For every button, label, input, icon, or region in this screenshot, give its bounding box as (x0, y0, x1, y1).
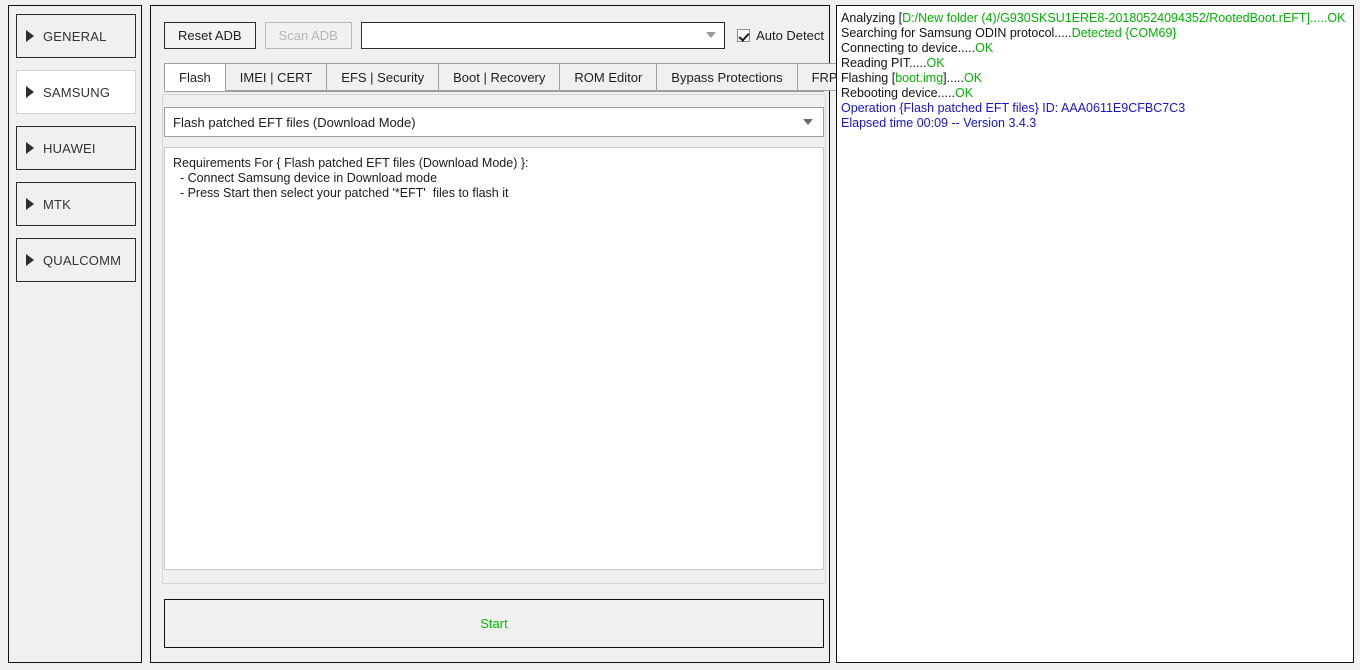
sidebar-item-label: GENERAL (43, 28, 107, 44)
log-line: Reading PIT.....OK (841, 56, 1349, 71)
sidebar-item-general[interactable]: GENERAL (16, 14, 136, 58)
tab-bar: Flash IMEI | CERT EFS | Security Boot | … (164, 63, 853, 92)
reset-adb-button[interactable]: Reset ADB (164, 21, 256, 49)
sidebar-item-qualcomm[interactable]: QUALCOMM (16, 238, 136, 282)
log-segment: Connecting to device..... (841, 41, 976, 55)
sidebar-item-label: MTK (43, 196, 72, 212)
requirements-line: - Connect Samsung device in Download mod… (173, 171, 438, 186)
operation-combobox[interactable]: Flash patched EFT files (Download Mode) (164, 107, 824, 137)
log-segment: Flashing [ (841, 71, 896, 85)
start-button[interactable]: Start (164, 599, 824, 648)
log-segment: D:/New folder (4)/G930SKSU1ERE8-20180524… (902, 11, 1346, 25)
tab-imei-cert[interactable]: IMEI | CERT (224, 63, 328, 91)
requirements-line: Requirements For { Flash patched EFT fil… (173, 156, 529, 170)
chevron-down-icon (803, 119, 813, 125)
sidebar-item-huawei[interactable]: HUAWEI (16, 126, 136, 170)
sidebar-item-label: HUAWEI (43, 140, 96, 156)
scan-adb-button[interactable]: Scan ADB (264, 21, 352, 49)
triangle-right-icon (26, 30, 34, 42)
log-line: Searching for Samsung ODIN protocol.....… (841, 26, 1349, 41)
log-segment: Searching for Samsung ODIN protocol..... (841, 26, 1072, 40)
log-segment: Detected {COM69} (1071, 26, 1177, 40)
log-segment: Rebooting device..... (841, 86, 955, 100)
triangle-right-icon (26, 254, 34, 266)
log-segment: Elapsed time 00:09 -- Version 3.4.3 (841, 116, 1037, 130)
log-segment: OK (964, 71, 983, 85)
log-segment: OK (926, 56, 945, 70)
log-segment: boot.img (895, 71, 944, 85)
log-segment: Analyzing [ (841, 11, 903, 25)
sidebar: GENERAL SAMSUNG HUAWEI MTK QUALCOMM (8, 5, 142, 663)
requirements-textarea[interactable]: Requirements For { Flash patched EFT fil… (164, 147, 824, 570)
log-line: Elapsed time 00:09 -- Version 3.4.3 (841, 116, 1349, 131)
requirements-line: - Press Start then select your patched '… (173, 186, 509, 201)
log-line: Analyzing [D:/New folder (4)/G930SKSU1ER… (841, 11, 1349, 26)
auto-detect-checkbox[interactable]: Auto Detect (737, 28, 824, 43)
log-line: Flashing [boot.img].....OK (841, 71, 1349, 86)
tab-flash[interactable]: Flash (164, 63, 226, 91)
operation-combobox-value: Flash patched EFT files (Download Mode) (173, 114, 416, 130)
log-segment: OK (975, 41, 994, 55)
log-segment: ]..... (943, 71, 964, 85)
auto-detect-label: Auto Detect (756, 27, 824, 43)
triangle-right-icon (26, 86, 34, 98)
log-line: Rebooting device.....OK (841, 86, 1349, 101)
tab-efs-security[interactable]: EFS | Security (326, 63, 440, 91)
log-segment: Reading PIT..... (841, 56, 927, 70)
toolbar: Reset ADB Scan ADB Auto Detect (164, 18, 824, 52)
triangle-right-icon (26, 198, 34, 210)
application-window: GENERAL SAMSUNG HUAWEI MTK QUALCOMM Rese… (0, 0, 1360, 670)
log-line: Operation {Flash patched EFT files} ID: … (841, 101, 1349, 116)
chevron-down-icon (706, 32, 717, 38)
tab-bypass-protections[interactable]: Bypass Protections (656, 63, 798, 91)
sidebar-item-label: SAMSUNG (43, 84, 111, 100)
tab-boot-recovery[interactable]: Boot | Recovery (438, 63, 561, 91)
triangle-right-icon (26, 142, 34, 154)
sidebar-item-mtk[interactable]: MTK (16, 182, 136, 226)
log-segment: OK (954, 86, 974, 100)
sidebar-item-label: QUALCOMM (43, 252, 122, 268)
sidebar-item-samsung[interactable]: SAMSUNG (16, 70, 136, 114)
checkmark-icon (737, 28, 751, 42)
log-line: Connecting to device.....OK (841, 41, 1349, 56)
log-segment: Operation {Flash patched EFT files} ID: … (841, 101, 1186, 115)
main-panel: Reset ADB Scan ADB Auto Detect Flash IME… (150, 5, 853, 663)
log-output-panel[interactable]: Analyzing [D:/New folder (4)/G930SKSU1ER… (836, 5, 1354, 663)
tab-rom-editor[interactable]: ROM Editor (559, 63, 658, 91)
device-combobox[interactable] (360, 21, 726, 49)
